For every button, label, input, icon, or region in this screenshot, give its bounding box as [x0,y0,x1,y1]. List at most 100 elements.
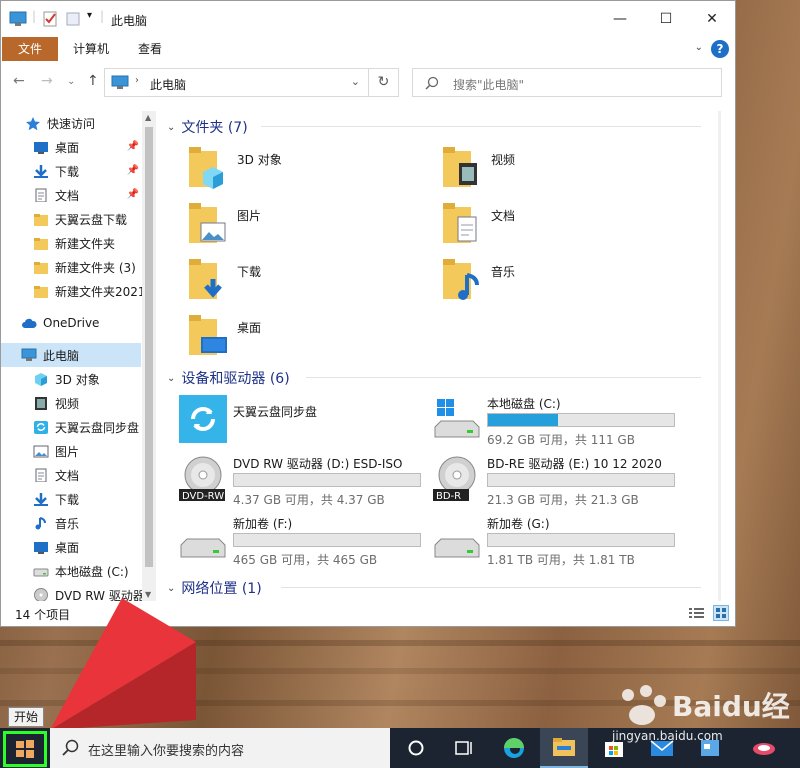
sidebar-item-label: 图片 [55,444,80,459]
sidebar-item[interactable]: 视频 [1,391,141,415]
taskbar-edge-button[interactable] [490,728,538,768]
forward-arrow-icon[interactable]: → [41,73,53,89]
video-icon [35,397,47,410]
properties-icon[interactable] [42,11,58,27]
drive-tile[interactable]: DVD-RW DVD RW 驱动器 (D:) ESD-ISO 4.37 GB 可用，… [179,453,429,509]
sidebar-item[interactable]: 此电脑 [1,343,141,367]
tab-computer[interactable]: 计算机 [61,37,121,61]
drive-name: 本地磁盘 (C:) [487,397,561,411]
folder-tile[interactable]: 文档 [441,199,515,245]
sidebar-item[interactable]: 文档 📌 [1,183,141,207]
sidebar-item-label: 天翼云盘下载 [55,212,128,227]
tab-view[interactable]: 查看 [125,37,175,61]
sidebar-item[interactable]: OneDrive [1,311,141,335]
sidebar-item-label: 此电脑 [43,348,80,363]
folder-tile[interactable]: 桌面 [187,311,261,357]
large-icons-view-icon[interactable] [713,605,729,621]
drive-tile[interactable]: 新加卷 (F:) 465 GB 可用，共 465 GB [179,513,429,569]
edge-browser-icon [504,738,524,758]
picture-icon [33,445,49,458]
devices-group-header[interactable]: ⌄ 设备和驱动器 (6) [167,368,290,388]
task-view-button[interactable] [440,728,488,768]
folder-tile[interactable]: 视频 [441,143,515,189]
baidu-watermark: Baidu经验 [612,683,792,763]
folder-tile[interactable]: 图片 [187,199,261,245]
sidebar-item[interactable]: 桌面 [1,535,141,559]
sidebar-item[interactable]: 3D 对象 [1,367,141,391]
folder-tile[interactable]: 3D 对象 [187,143,282,189]
taskbar-search-input[interactable]: 在这里输入你要搜索的内容 [88,740,244,759]
devices-header-label: 设备和驱动器 (6) [181,371,290,387]
maximize-button[interactable]: ☐ [643,1,689,37]
sidebar-item[interactable]: 图片 [1,439,141,463]
music-folder-icon [443,259,479,300]
start-button[interactable] [3,731,47,767]
sidebar-scrollbar[interactable]: ▲ ▼ [142,111,156,601]
cube-icon [35,373,47,386]
details-view-icon[interactable] [689,607,705,619]
new-folder-icon[interactable] [65,11,81,27]
sidebar-item[interactable]: 文档 [1,463,141,487]
folder-icon [34,262,48,274]
back-arrow-icon[interactable]: ← [13,73,25,89]
content-scrollbar[interactable]: ▲ [718,111,721,601]
sidebar-item[interactable]: 新建文件夹 (3) [1,255,141,279]
taskbar-search-box[interactable]: 在这里输入你要搜索的内容 [50,728,390,768]
folder-tile[interactable]: 下载 [187,255,261,301]
recent-locations-chevron-icon[interactable]: ⌄ [67,76,75,87]
search-box[interactable]: 搜索"此电脑" [412,68,722,97]
drive-tile[interactable]: 本地磁盘 (C:) 69.2 GB 可用，共 111 GB [433,393,683,449]
help-button[interactable]: ? [711,40,729,58]
folders-group-header[interactable]: ⌄ 文件夹 (7) [167,117,248,137]
drive-tile[interactable]: 天翼云盘同步盘 [179,393,429,449]
computer-icon [111,75,129,89]
collapse-chevron-icon[interactable]: ⌄ [167,122,175,133]
sidebar-item[interactable]: 音乐 [1,511,141,535]
computer-icon [21,348,37,361]
taskbar-file-explorer-button[interactable] [540,728,588,768]
cortana-button[interactable] [392,728,440,768]
up-arrow-icon[interactable]: ↑ [87,73,99,89]
scroll-up-icon[interactable]: ▲ [145,113,151,122]
close-button[interactable]: ✕ [689,1,735,37]
sidebar-item[interactable]: 本地磁盘 (C:) [1,559,141,583]
dvd-icon: DVD-RW [179,456,225,502]
minimize-button[interactable]: — [597,1,643,37]
expand-ribbon-icon[interactable]: ⌄ [695,42,703,53]
sidebar-item[interactable]: 新建文件夹 [1,231,141,255]
sidebar-item[interactable]: 桌面 📌 [1,135,141,159]
windows-logo-icon [16,740,34,758]
drive-usage-bar [487,533,675,547]
search-input[interactable]: 搜索"此电脑" [453,76,524,93]
sidebar-item[interactable]: 下载 📌 [1,159,141,183]
paw-logo-icon [622,685,666,725]
sidebar-item[interactable]: 天翼云盘同步盘 [1,415,141,439]
sidebar-item[interactable]: 快速访问 [1,111,141,135]
title-bar[interactable]: | ▾ | 此电脑 — ☐ ✕ [1,1,735,37]
taskbar-app-button-2[interactable] [740,728,788,768]
customize-toolbar-chevron-icon[interactable]: ▾ [87,10,92,21]
sidebar-item[interactable]: 天翼云盘下载 [1,207,141,231]
pin-icon: 📌 [126,165,139,176]
drive-free-space: 1.81 TB 可用，共 1.81 TB [487,553,635,567]
sidebar-scroll-thumb[interactable] [145,127,153,567]
drive-tile[interactable]: BD-R BD-RE 驱动器 (E:) 10 12 2020 21.3 GB 可用，… [433,453,683,509]
breadcrumb-chevron-icon[interactable]: › [135,75,139,86]
address-bar[interactable]: › 此电脑 ⌄ [104,68,369,97]
refresh-button[interactable]: ↻ [369,68,399,97]
music-icon [35,517,46,530]
pin-icon: 📌 [126,141,139,152]
address-dropdown-icon[interactable]: ⌄ [351,75,360,88]
folder-tile[interactable]: 音乐 [441,255,515,301]
sidebar-item[interactable]: 下载 [1,487,141,511]
sidebar-item-label: OneDrive [43,316,100,330]
drive-tile[interactable]: 新加卷 (G:) 1.81 TB 可用，共 1.81 TB [433,513,683,569]
cube-folder-icon [189,147,223,189]
sidebar-item-label: 下载 [55,164,80,179]
tab-file[interactable]: 文件 [2,37,58,61]
start-tooltip: 开始 [8,707,45,727]
content-pane: ⌄ 文件夹 (7) 3D 对象 视频图片 文档下载 音乐桌面 ⌄ 设备和驱动器 (6)… [161,111,721,601]
collapse-chevron-icon[interactable]: ⌄ [167,373,175,384]
sidebar-item[interactable]: 新建文件夹2021 [1,279,146,303]
document-icon [35,188,47,202]
